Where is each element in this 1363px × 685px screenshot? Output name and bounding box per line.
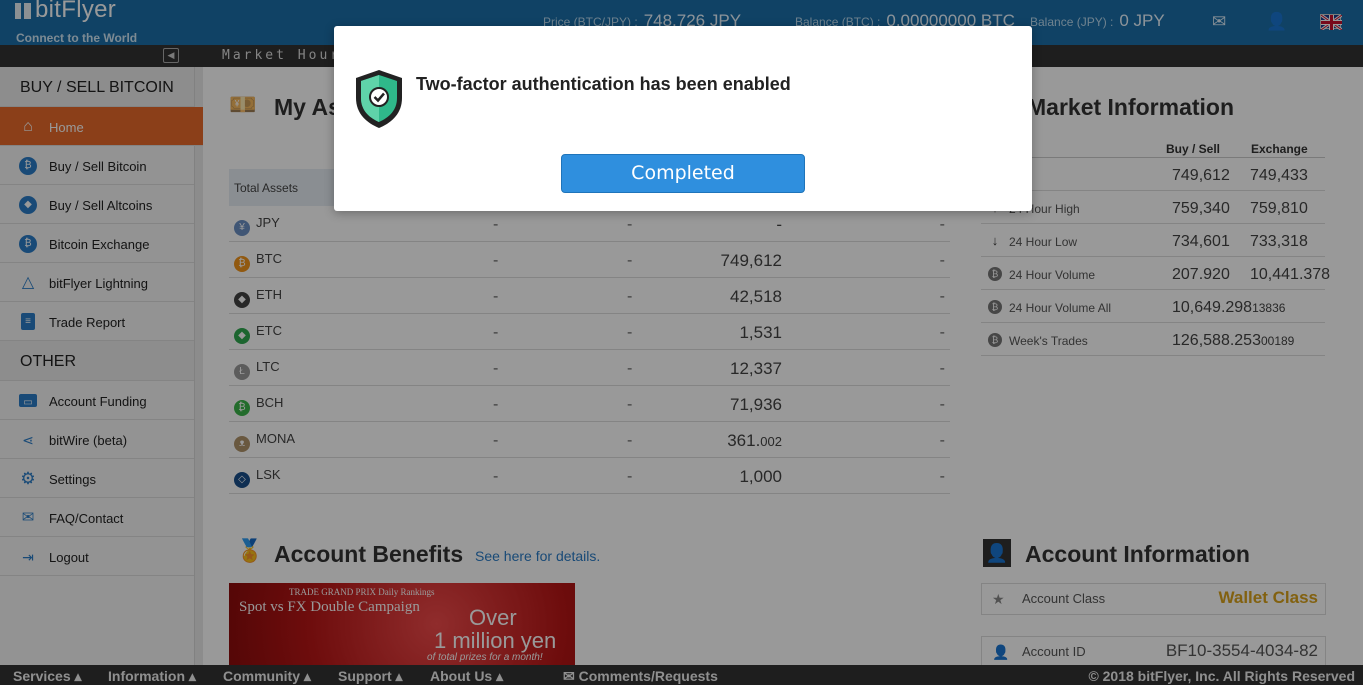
two-factor-dialog: Two-factor authentication has been enabl… bbox=[334, 26, 1032, 211]
dialog-message: Two-factor authentication has been enabl… bbox=[416, 74, 791, 94]
shield-check-icon bbox=[356, 70, 402, 128]
completed-button[interactable]: Completed bbox=[561, 154, 805, 193]
